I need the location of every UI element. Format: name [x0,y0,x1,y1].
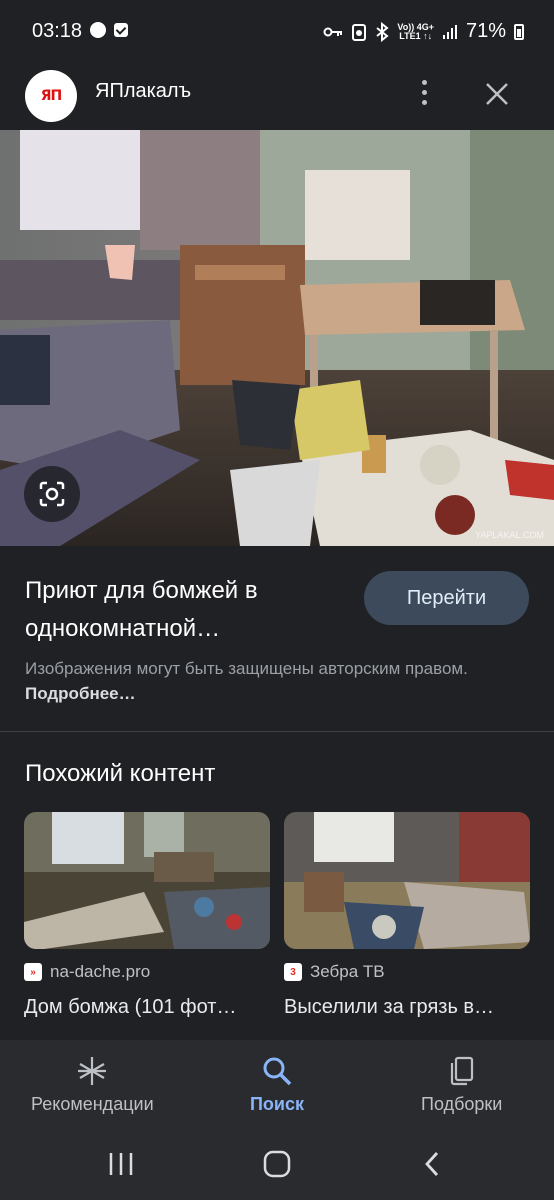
notification-dot-icon [90,22,106,38]
google-lens-button[interactable] [24,466,80,522]
copyright-notice: Изображения могут быть защищены авторски… [25,659,468,703]
recent-apps-button[interactable] [101,1146,141,1182]
recycle-icon [352,23,367,41]
image-watermark: YAPLAKAL.COM [475,530,544,540]
status-right-icons: Vo)) 4G+ LTE1 ↑↓ 71% [323,20,524,43]
more-options-icon[interactable] [412,76,436,108]
site-logo[interactable]: ЯП [25,70,77,122]
related-card[interactable]: 3 Зебра ТВ Выселили за грязь в… [284,812,530,1019]
back-button[interactable] [412,1146,452,1182]
key-icon [323,27,343,36]
na-dache-favicon-icon: » [24,963,42,981]
related-thumbnail[interactable] [284,812,530,949]
status-time: 03:18 [32,20,83,42]
search-icon [263,1057,292,1086]
learn-more-link[interactable]: Подробнее… [25,684,136,703]
divider [0,731,554,732]
nav-collections[interactable]: Подборки [369,1040,554,1128]
result-title[interactable]: Приют для бомжей в однокомнатной… [25,572,345,648]
zebra-tv-favicon-icon: 3 [284,963,302,981]
battery-percent: 71% [465,20,506,42]
asterisk-icon [78,1057,107,1085]
system-nav-bar [0,1128,554,1200]
signal-icon [442,24,457,39]
recent-apps-icon [109,1153,133,1175]
goto-button[interactable]: Перейти [364,571,529,625]
related-source[interactable]: » na-dache.pro [24,962,270,982]
related-title[interactable]: Дом бомжа (101 фот… [24,996,264,1019]
home-icon [263,1150,291,1178]
site-name[interactable]: ЯПлакалъ [95,80,191,103]
related-thumbnail[interactable] [24,812,270,949]
home-button[interactable] [257,1146,297,1182]
room-photo [0,130,554,546]
bottom-nav: Рекомендации Поиск Подборки [0,1040,554,1128]
network-indicator: Vo)) 4G+ LTE1 ↑↓ [397,21,434,41]
battery-icon [514,23,524,40]
related-title[interactable]: Выселили за грязь в… [284,996,524,1019]
status-bar: 03:18 Vo)) 4G+ LTE1 ↑↓ 71% [0,0,554,66]
nav-search[interactable]: Поиск [185,1040,370,1128]
related-source[interactable]: 3 Зебра ТВ [284,962,530,982]
related-card[interactable]: » na-dache.pro Дом бомжа (101 фот… [24,812,270,1019]
viewer-header: ЯП ЯПлакалъ [0,66,554,130]
main-image[interactable]: YAPLAKAL.COM [0,130,554,546]
checkbox-notification-icon [114,23,128,37]
close-icon[interactable] [481,78,513,110]
related-heading: Похожий контент [25,760,216,787]
collections-icon [450,1056,473,1086]
lens-icon [39,481,65,507]
bluetooth-icon [376,21,389,42]
nav-recommendations[interactable]: Рекомендации [0,1040,185,1128]
back-icon [425,1152,439,1176]
